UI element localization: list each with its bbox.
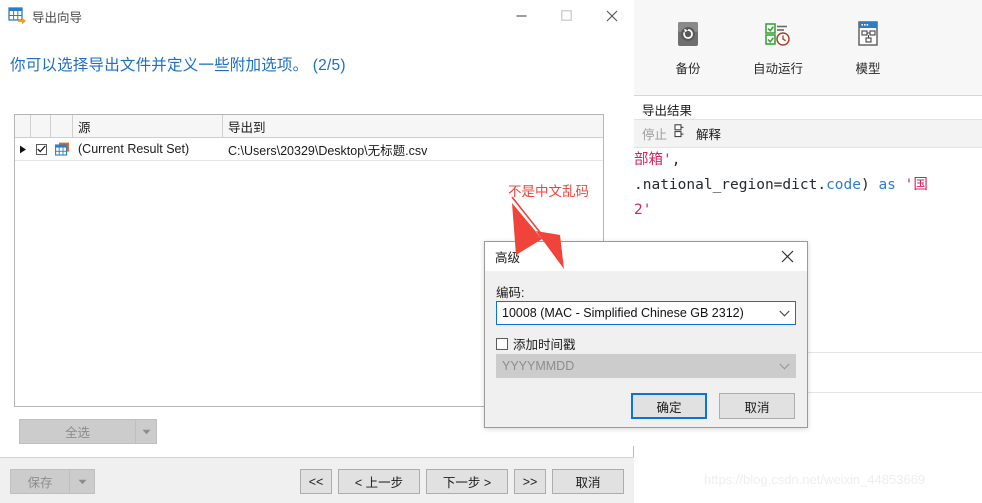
dialog-close-button[interactable] bbox=[767, 242, 807, 271]
ribbon-items: 备份 自动运行 模型 bbox=[656, 16, 900, 77]
cancel-button[interactable]: 取消 bbox=[552, 469, 624, 494]
wizard-header: 你可以选择导出文件并定义一些附加选项。 (2/5) bbox=[0, 31, 634, 97]
auto-run-clock-icon bbox=[763, 16, 793, 52]
stop-button[interactable]: 停止 bbox=[642, 124, 667, 143]
checkbox-checked-icon bbox=[35, 143, 47, 155]
checkbox-unchecked-icon bbox=[496, 337, 508, 350]
row-indicator-icon bbox=[15, 145, 31, 154]
chevron-down-icon[interactable] bbox=[69, 469, 95, 494]
wizard-nav-buttons: << < 上一步 下一步 > >> 取消 bbox=[300, 469, 624, 494]
window-controls bbox=[499, 0, 634, 31]
advanced-dialog: 高级 编码: 10008 (MAC - Simplified Chinese G… bbox=[484, 241, 808, 428]
wizard-title: 导出向导 bbox=[32, 11, 83, 25]
ribbon-toolbar: 备份 自动运行 模型 bbox=[634, 0, 982, 96]
sql-line: 部箱', bbox=[634, 152, 681, 168]
ribbon-item-label: 备份 bbox=[675, 62, 701, 76]
chevron-down-icon[interactable] bbox=[773, 310, 795, 317]
watermark-text: https://blog.csdn.net/weixin_44853669 bbox=[704, 472, 926, 487]
row-export-to-cell: C:\Users\20329\Desktop\无标题.csv bbox=[228, 143, 428, 158]
grid-header-indicator bbox=[15, 115, 31, 137]
grid-header-icon bbox=[51, 115, 73, 137]
screenshot-root: 备份 自动运行 模型 导出结果 停止 解释 部箱', .national_reg… bbox=[0, 0, 982, 503]
save-button[interactable]: 保存 bbox=[10, 469, 69, 494]
dialog-body: 编码: 10008 (MAC - Simplified Chinese GB 2… bbox=[485, 271, 807, 427]
sql-line: .national_region=dict.code) as '国 bbox=[634, 177, 928, 193]
encoding-select[interactable]: 10008 (MAC - Simplified Chinese GB 2312) bbox=[496, 301, 796, 325]
chevron-down-icon bbox=[773, 363, 795, 370]
background-tabstrip: 导出结果 bbox=[634, 96, 982, 120]
model-diagram-icon bbox=[855, 16, 881, 52]
select-all-split-button[interactable]: 全选 bbox=[19, 419, 157, 444]
grid-header-source[interactable]: 源 bbox=[73, 115, 223, 137]
maximize-button[interactable] bbox=[544, 0, 589, 31]
add-timestamp-checkbox[interactable]: 添加时间戳 bbox=[496, 334, 576, 353]
select-all-button[interactable]: 全选 bbox=[19, 419, 135, 444]
chevron-down-icon[interactable] bbox=[135, 419, 157, 444]
last-button[interactable]: >> bbox=[514, 469, 546, 494]
ok-button[interactable]: 确定 bbox=[631, 393, 707, 419]
explain-button[interactable]: 解释 bbox=[696, 124, 721, 143]
row-checkbox[interactable] bbox=[31, 143, 51, 155]
next-button[interactable]: 下一步 > bbox=[426, 469, 508, 494]
grid-header-check bbox=[31, 115, 51, 137]
minimize-button[interactable] bbox=[499, 0, 544, 31]
ribbon-item-autorun[interactable]: 自动运行 bbox=[746, 16, 810, 77]
wizard-titlebar: 导出向导 bbox=[0, 0, 634, 31]
table-row[interactable]: (Current Result Set) C:\Users\20329\Desk… bbox=[15, 138, 603, 161]
editor-toolbar: 停止 解释 bbox=[634, 120, 982, 148]
explain-plan-icon bbox=[674, 124, 689, 143]
encoding-label: 编码: bbox=[496, 286, 525, 300]
ribbon-item-model[interactable]: 模型 bbox=[836, 16, 900, 77]
first-button[interactable]: << bbox=[300, 469, 332, 494]
save-split-button[interactable]: 保存 bbox=[10, 469, 95, 494]
dialog-buttons: 确定 取消 bbox=[631, 393, 795, 419]
grid-header-export-to[interactable]: 导出到 bbox=[223, 115, 603, 137]
close-button[interactable] bbox=[589, 0, 634, 31]
export-grid-icon bbox=[8, 6, 27, 25]
tab-export-result[interactable]: 导出结果 bbox=[642, 100, 692, 119]
dialog-titlebar: 高级 bbox=[485, 242, 807, 271]
add-timestamp-label: 添加时间戳 bbox=[513, 338, 576, 352]
previous-button[interactable]: < 上一步 bbox=[338, 469, 420, 494]
dialog-title: 高级 bbox=[495, 251, 521, 265]
annotation-text: 不是中文乱码 bbox=[508, 184, 589, 199]
ribbon-item-label: 自动运行 bbox=[752, 62, 803, 76]
encoding-select-value: 10008 (MAC - Simplified Chinese GB 2312) bbox=[502, 306, 744, 320]
timestamp-format-select: YYYYMMDD bbox=[496, 354, 796, 378]
ribbon-item-label: 模型 bbox=[855, 62, 881, 76]
backup-disk-icon bbox=[675, 16, 701, 52]
table-grid-icon bbox=[51, 142, 73, 156]
grid-header-row: 源 导出到 bbox=[15, 115, 603, 138]
wizard-header-text: 你可以选择导出文件并定义一些附加选项。 (2/5) bbox=[10, 57, 346, 74]
dialog-cancel-button[interactable]: 取消 bbox=[719, 393, 795, 419]
row-source-cell: (Current Result Set) bbox=[78, 142, 190, 156]
timestamp-format-value: YYYYMMDD bbox=[502, 359, 575, 373]
wizard-footer: 保存 << < 上一步 下一步 > >> 取消 bbox=[0, 457, 634, 503]
sql-line: 2' bbox=[634, 202, 652, 218]
ribbon-item-backup[interactable]: 备份 bbox=[656, 16, 720, 77]
